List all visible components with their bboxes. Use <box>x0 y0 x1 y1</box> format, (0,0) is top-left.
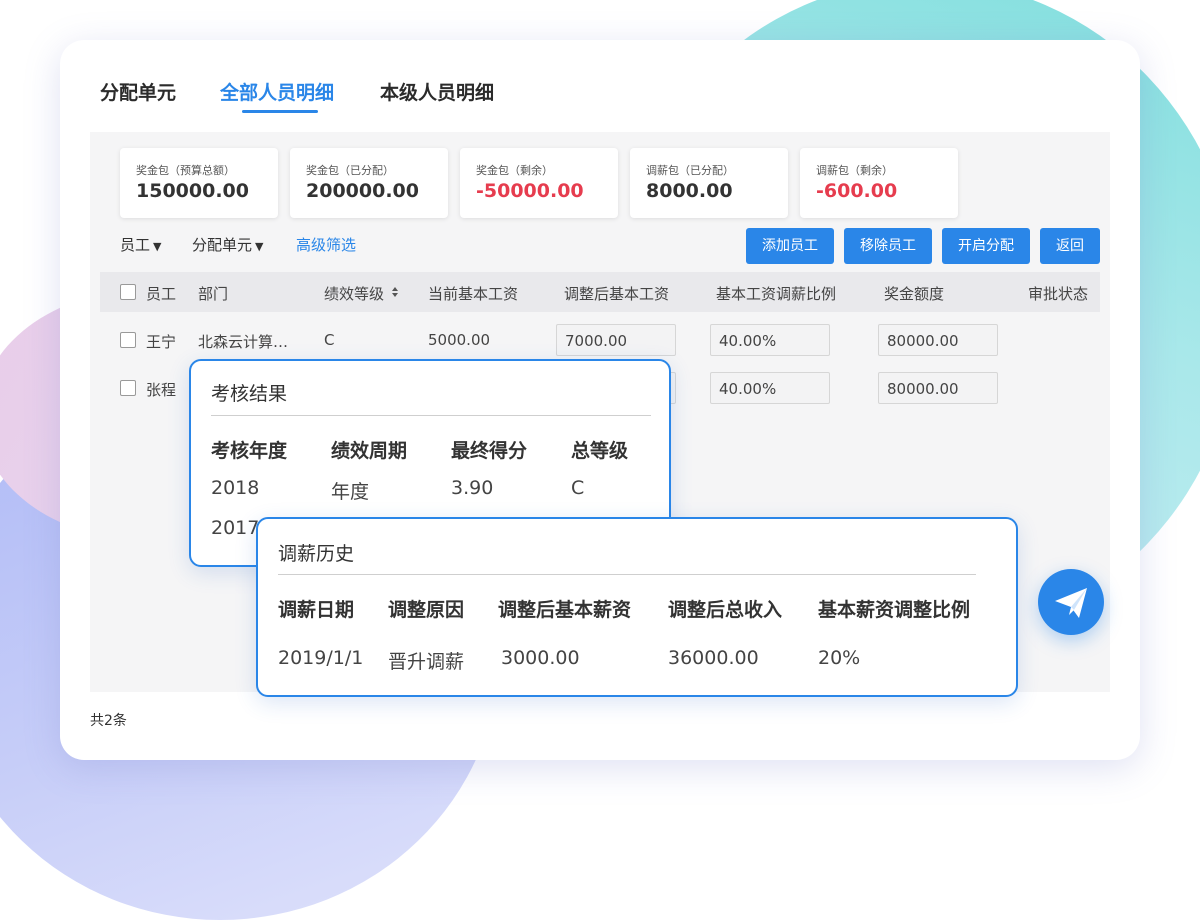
popover-divider <box>211 415 651 416</box>
stat-card-raise-remaining: 调薪包（剩余） -600.00 <box>800 148 958 218</box>
stat-value: -600.00 <box>816 180 898 202</box>
tab-allocation-unit[interactable]: 分配单元 <box>100 78 176 105</box>
add-employee-button[interactable]: 添加员工 <box>746 228 834 264</box>
total-count: 共2条 <box>90 713 127 729</box>
advanced-filter-link[interactable]: 高级筛选 <box>296 234 356 255</box>
column-header-label: 绩效等级 <box>324 285 385 303</box>
salary-ratio-input[interactable]: 40.00% <box>710 324 830 356</box>
history-cell-adjusted-salary: 3000.00 <box>501 647 580 669</box>
start-allocation-button[interactable]: 开启分配 <box>942 228 1030 264</box>
stat-label: 奖金包（剩余） <box>476 164 553 177</box>
appraisal-header-period: 绩效周期 <box>331 440 408 462</box>
stat-label: 调薪包（已分配） <box>646 164 734 177</box>
send-fab-button[interactable] <box>1038 569 1104 635</box>
sort-icon[interactable] <box>391 284 399 302</box>
stat-label: 奖金包（已分配） <box>306 164 394 177</box>
popover-divider <box>278 574 976 575</box>
back-button[interactable]: 返回 <box>1040 228 1100 264</box>
column-header-adjusted-salary: 调整后基本工资 <box>564 285 670 303</box>
stat-card-raise-allocated: 调薪包（已分配） 8000.00 <box>630 148 788 218</box>
stat-card-bonus-allocated: 奖金包（已分配） 200000.00 <box>290 148 448 218</box>
cell-department: 北森云计算… <box>198 333 289 351</box>
column-header-employee: 员工 <box>146 285 177 303</box>
bonus-amount-input[interactable]: 80000.00 <box>878 324 998 356</box>
stat-value: 200000.00 <box>306 180 419 202</box>
history-cell-reason: 晋升调薪 <box>388 651 465 673</box>
active-tab-indicator <box>242 110 318 113</box>
filter-label: 分配单元 <box>192 236 253 254</box>
stat-value: 8000.00 <box>646 180 733 202</box>
caret-down-icon: ▼ <box>153 240 162 253</box>
history-header-date: 调薪日期 <box>278 599 355 621</box>
cell-employee-name: 张程 <box>146 381 177 399</box>
remove-employee-button[interactable]: 移除员工 <box>844 228 932 264</box>
history-cell-ratio: 20% <box>818 647 861 669</box>
caret-down-icon: ▼ <box>255 240 264 253</box>
history-cell-date: 2019/1/1 <box>278 647 364 669</box>
history-cell-total-income: 36000.00 <box>668 647 759 669</box>
stat-value: 150000.00 <box>136 180 249 202</box>
cell-employee-name: 王宁 <box>146 333 177 351</box>
column-header-current-salary: 当前基本工资 <box>428 285 519 303</box>
appraisal-header-score: 最终得分 <box>451 440 528 462</box>
row-checkbox[interactable] <box>120 332 136 348</box>
salary-history-popover: 调薪历史 调薪日期 调整原因 调整后基本薪资 调整后总收入 基本薪资调整比例 2… <box>256 517 1018 697</box>
cell-performance-grade: C <box>324 331 335 349</box>
history-header-adjusted-salary: 调整后基本薪资 <box>498 599 632 621</box>
employee-filter-dropdown[interactable]: 员工 ▼ <box>120 234 161 255</box>
history-header-ratio: 基本薪资调整比例 <box>818 599 971 621</box>
appraisal-header-grade: 总等级 <box>571 440 629 462</box>
column-header-bonus-amount: 奖金额度 <box>884 285 945 303</box>
column-header-performance-grade[interactable]: 绩效等级 <box>324 283 399 304</box>
salary-ratio-input[interactable]: 40.00% <box>710 372 830 404</box>
cell-current-salary: 5000.00 <box>428 331 491 349</box>
tab-all-staff-detail[interactable]: 全部人员明细 <box>220 78 334 105</box>
history-header-total-income: 调整后总收入 <box>668 599 783 621</box>
appraisal-cell-period: 年度 <box>331 481 370 503</box>
adjusted-salary-input[interactable]: 7000.00 <box>556 324 676 356</box>
appraisal-cell-score: 3.90 <box>451 477 494 499</box>
popover-title: 考核结果 <box>211 383 288 405</box>
bonus-amount-input[interactable]: 80000.00 <box>878 372 998 404</box>
select-all-checkbox[interactable] <box>120 284 136 300</box>
row-checkbox[interactable] <box>120 380 136 396</box>
column-header-department: 部门 <box>198 285 229 303</box>
paper-plane-icon <box>1055 588 1087 618</box>
stat-card-bonus-remaining: 奖金包（剩余） -50000.00 <box>460 148 618 218</box>
appraisal-cell-year: 2017 <box>211 517 260 539</box>
appraisal-cell-grade: C <box>571 477 585 499</box>
table-header: 员工 部门 绩效等级 当前基本工资 调整后基本工资 基本工资调薪比例 奖金额度 … <box>100 272 1100 312</box>
appraisal-cell-year: 2018 <box>211 477 260 499</box>
stat-value: -50000.00 <box>476 180 584 202</box>
column-header-salary-ratio: 基本工资调薪比例 <box>716 285 837 303</box>
stat-label: 奖金包（预算总额） <box>136 164 235 177</box>
tab-current-level-staff[interactable]: 本级人员明细 <box>380 78 494 105</box>
history-header-reason: 调整原因 <box>388 599 465 621</box>
appraisal-header-year: 考核年度 <box>211 440 288 462</box>
popover-title: 调薪历史 <box>278 543 355 565</box>
filter-label: 员工 <box>120 236 151 254</box>
stat-card-bonus-budget: 奖金包（预算总额） 150000.00 <box>120 148 278 218</box>
column-header-approval-status: 审批状态 <box>1028 285 1089 303</box>
unit-filter-dropdown[interactable]: 分配单元 ▼ <box>192 234 263 255</box>
stat-label: 调薪包（剩余） <box>816 164 893 177</box>
